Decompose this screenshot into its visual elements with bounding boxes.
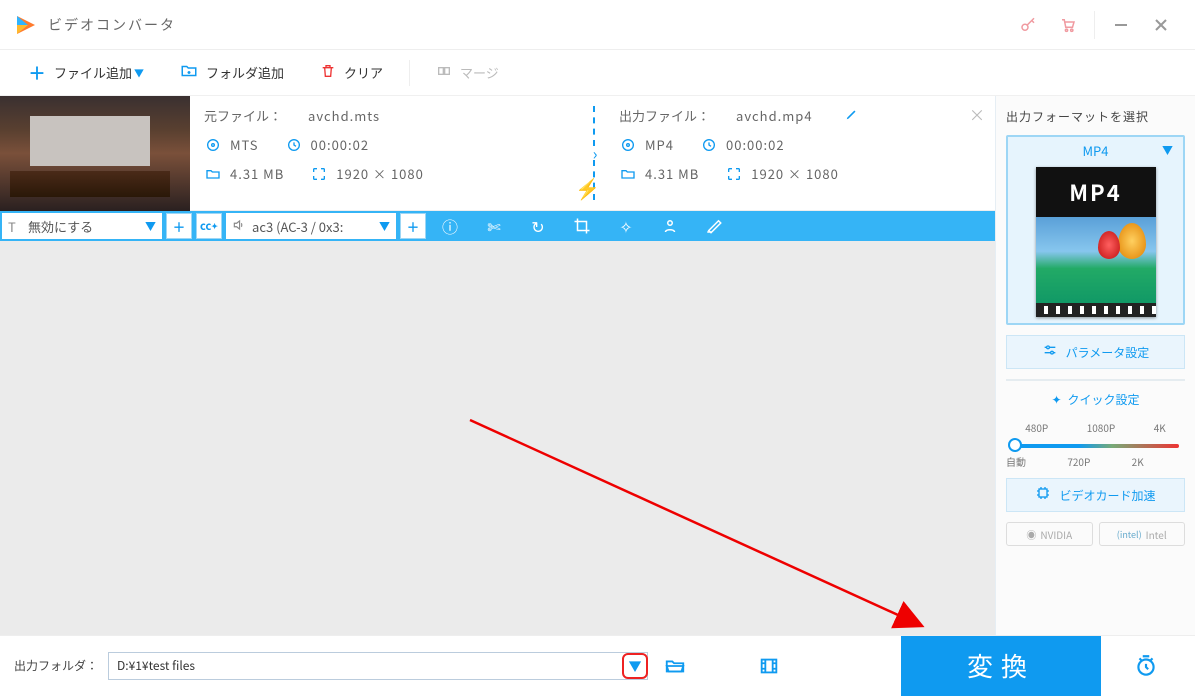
cut-icon[interactable]: ✄ — [472, 211, 516, 241]
output-folder-label: 出力フォルダ： — [14, 657, 98, 674]
edit-icon[interactable] — [692, 211, 736, 241]
source-format: MTS — [230, 135, 259, 154]
output-panel: 出力フォーマットを選択 MP4 ▼ MP4 パラメータ設定 ✦ クイック設定 4… — [995, 96, 1195, 635]
preset-480p: 480P — [1025, 420, 1048, 435]
preset-720p: 720P — [1067, 454, 1090, 469]
format-selector[interactable]: MP4 ▼ MP4 — [1006, 135, 1185, 325]
clock-icon — [700, 136, 718, 154]
chevron-down-icon: ▼ — [145, 218, 156, 234]
add-file-label: ファイル追加 — [54, 63, 132, 82]
folder-icon — [619, 165, 637, 183]
preset-4k: 4K — [1154, 420, 1166, 435]
preset-1080p: 1080P — [1087, 420, 1116, 435]
chevron-down-icon: ▼ — [1162, 142, 1173, 158]
eye-icon: ◉ — [1026, 527, 1036, 542]
bottom-bar: 出力フォルダ： ▼ 変換 — [0, 635, 1195, 695]
close-button[interactable] — [1141, 5, 1181, 45]
lightning-icon: ⚡ — [575, 173, 600, 202]
subtitle-dropdown[interactable]: T 無効にする ▼ — [2, 213, 162, 239]
open-folder-icon[interactable] — [658, 649, 692, 683]
video-thumbnail[interactable] — [0, 96, 190, 211]
source-file-name: avchd.mts — [308, 106, 380, 125]
resolution-icon — [725, 165, 743, 183]
dropdown-caret-icon[interactable]: ▼ — [134, 65, 144, 80]
key-icon[interactable] — [1008, 5, 1048, 45]
output-folder-dropdown[interactable]: ▼ — [622, 653, 648, 679]
clear-button[interactable]: クリア — [302, 57, 401, 89]
output-size: 4.31 MB — [645, 164, 699, 183]
resolution-icon — [310, 165, 328, 183]
cart-icon[interactable] — [1048, 5, 1088, 45]
rotate-icon[interactable]: ↻ — [516, 211, 560, 241]
edit-toolbar: T 無効にする ▼ ＋ cc✦ ac3 (AC-3 / 0x3: ▼ ＋ ⓘ ✄… — [0, 211, 995, 241]
merge-label: マージ — [460, 63, 499, 82]
target-icon: ✦ — [1051, 391, 1061, 408]
output-format: MP4 — [645, 135, 674, 154]
output-folder-input[interactable] — [109, 657, 622, 674]
disc-icon — [619, 136, 637, 154]
gpu-accel-label: ビデオカード加速 — [1059, 487, 1155, 504]
quick-settings-title: ✦ クイック設定 — [1006, 391, 1185, 408]
parameter-settings-label: パラメータ設定 — [1066, 344, 1150, 361]
add-file-button[interactable]: ＋ ファイル追加 ▼ — [10, 57, 162, 88]
preset-2k: 2K — [1132, 454, 1144, 469]
app-logo — [14, 13, 38, 37]
format-name: MP4 — [1082, 141, 1108, 160]
edit-filename-icon[interactable] — [845, 106, 859, 125]
preset-auto: 自動 — [1006, 454, 1026, 469]
trash-icon — [320, 63, 336, 83]
subtitle-value: 無効にする — [28, 217, 93, 236]
film-icon[interactable] — [752, 649, 786, 683]
source-resolution: 1920 × 1080 — [336, 164, 424, 183]
parameter-settings-button[interactable]: パラメータ設定 — [1006, 335, 1185, 369]
output-duration: 00:00:02 — [726, 135, 785, 154]
speaker-icon — [232, 217, 246, 236]
chip-icon — [1035, 485, 1051, 505]
output-format-title: 出力フォーマットを選択 — [1006, 108, 1185, 125]
crop-icon[interactable] — [560, 211, 604, 241]
source-size: 4.31 MB — [230, 164, 284, 183]
disc-icon — [204, 136, 222, 154]
add-subtitle-button[interactable]: ＋ — [166, 213, 192, 239]
output-folder-field: ▼ — [108, 652, 648, 680]
add-audio-button[interactable]: ＋ — [400, 213, 426, 239]
minimize-button[interactable] — [1101, 5, 1141, 45]
nvidia-badge: ◉NVIDIA — [1006, 522, 1093, 546]
text-icon: T — [8, 217, 22, 236]
audio-track-dropdown[interactable]: ac3 (AC-3 / 0x3: ▼ — [226, 213, 396, 239]
merge-icon — [436, 63, 452, 83]
title-bar: ビデオコンバータ — [0, 0, 1195, 50]
audio-value: ac3 (AC-3 / 0x3: — [252, 217, 343, 236]
folder-icon — [204, 165, 222, 183]
output-resolution: 1920 × 1080 — [751, 164, 839, 183]
output-file-name: avchd.mp4 — [736, 106, 813, 125]
add-folder-button[interactable]: フォルダ追加 — [162, 56, 302, 90]
info-icon[interactable]: ⓘ — [428, 211, 472, 241]
convert-button[interactable]: 変換 — [901, 636, 1101, 696]
sliders-icon — [1042, 342, 1058, 362]
file-item[interactable]: 元ファイル： avchd.mts MTS 00:00:02 4.31 MB 19… — [0, 96, 995, 211]
output-file-label: 出力ファイル： — [619, 106, 710, 125]
source-duration: 00:00:02 — [311, 135, 370, 154]
chevron-down-icon: ▼ — [379, 218, 390, 234]
slider-thumb[interactable] — [1008, 438, 1022, 452]
remove-file-icon[interactable]: × — [969, 102, 985, 126]
source-file-label: 元ファイル： — [204, 106, 282, 125]
main-toolbar: ＋ ファイル追加 ▼ フォルダ追加 クリア マージ — [0, 50, 1195, 96]
schedule-button[interactable] — [1111, 636, 1181, 696]
effects-icon[interactable]: ✧ — [604, 211, 648, 241]
add-folder-label: フォルダ追加 — [206, 63, 284, 82]
clock-icon — [285, 136, 303, 154]
app-title: ビデオコンバータ — [48, 15, 176, 35]
gpu-accel-button[interactable]: ビデオカード加速 — [1006, 478, 1185, 512]
clear-label: クリア — [344, 63, 383, 82]
watermark-icon[interactable] — [648, 211, 692, 241]
merge-button[interactable]: マージ — [418, 57, 517, 89]
resolution-slider[interactable]: 480P 1080P 4K 自動 720P 2K — [1006, 418, 1185, 468]
intel-badge: (intel)Intel — [1099, 522, 1186, 546]
folder-plus-icon — [180, 62, 198, 84]
format-preview: MP4 — [1036, 167, 1156, 317]
plus-icon: ＋ — [28, 64, 46, 82]
cc-button[interactable]: cc✦ — [196, 213, 222, 239]
